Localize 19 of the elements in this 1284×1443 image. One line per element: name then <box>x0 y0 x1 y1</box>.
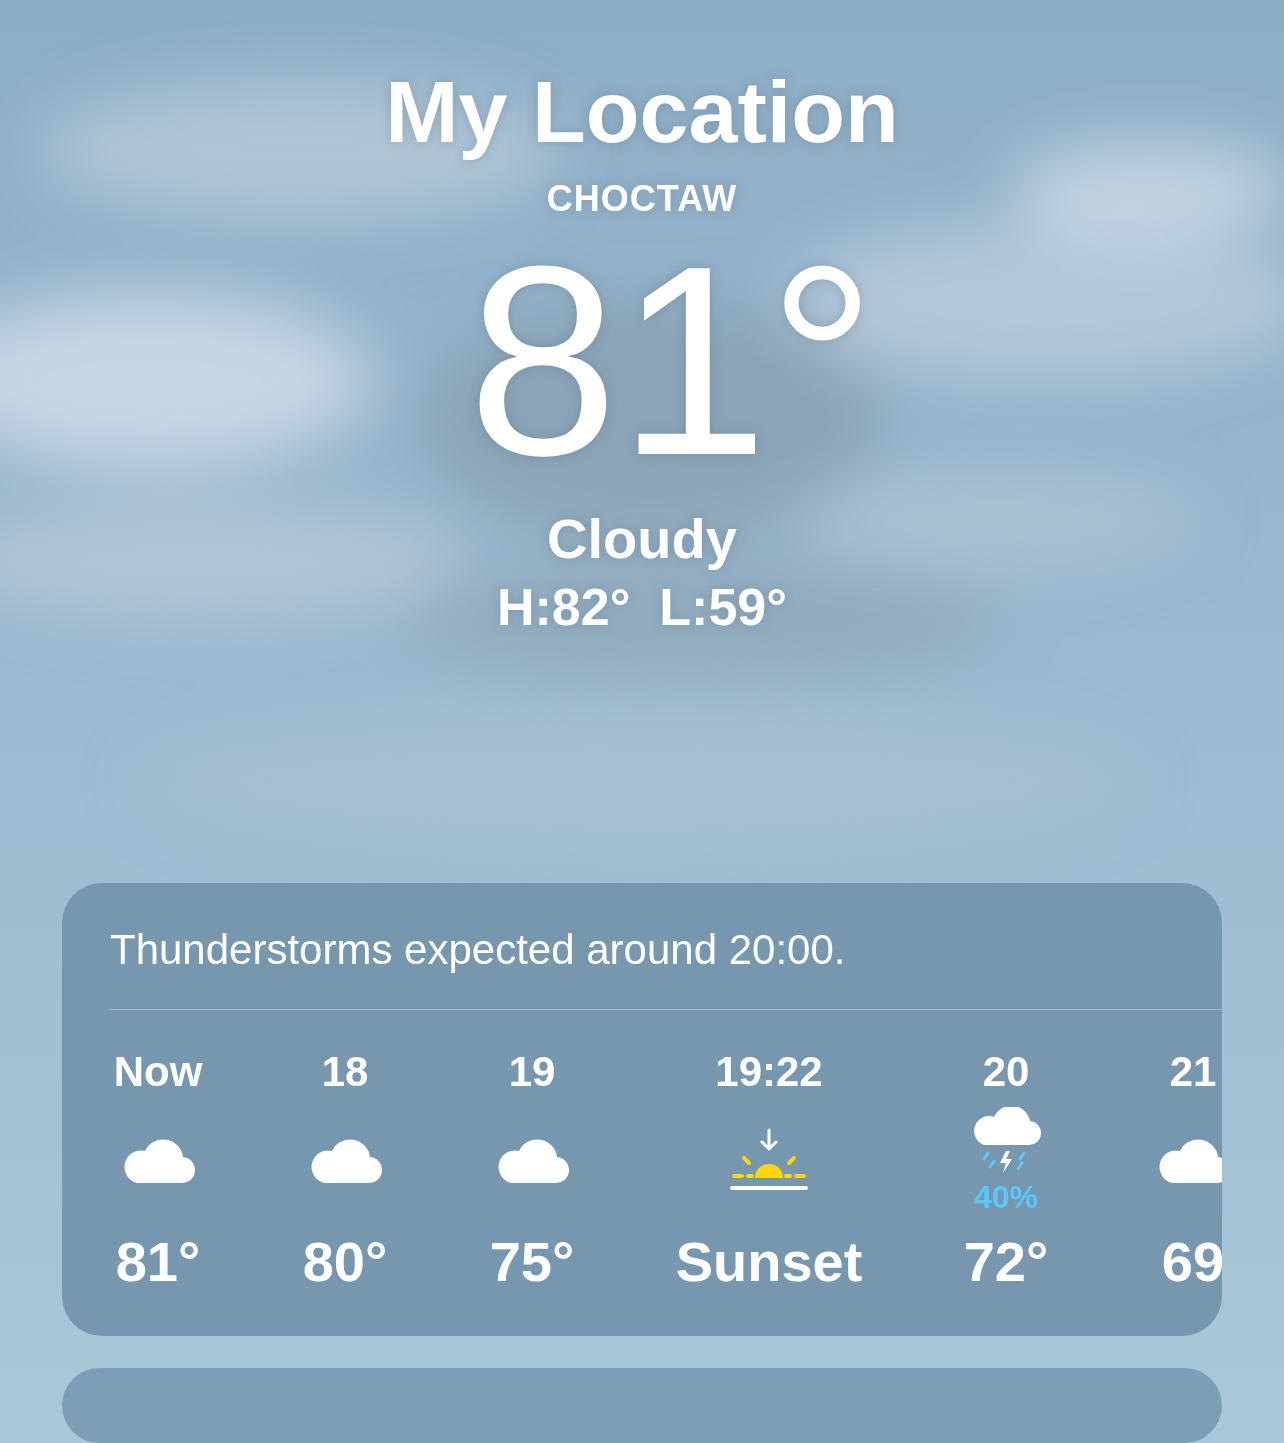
hour-label: 18 <box>321 1048 369 1096</box>
current-temperature: 81° <box>466 236 877 486</box>
hour-label: 20 <box>982 1048 1030 1096</box>
hour-label: 21 <box>1169 1048 1217 1096</box>
hour-temperature: 75° <box>489 1230 575 1294</box>
sunset-time: 19:22 <box>715 1048 823 1096</box>
sunset-label: Sunset <box>675 1230 863 1294</box>
condition-text: Cloudy <box>547 506 737 571</box>
hour-label: 19 <box>508 1048 556 1096</box>
hour-temperature: 72° <box>963 1230 1049 1294</box>
high-low-temperature: H:82° L:59° <box>496 577 788 637</box>
hour-temperature: 69 <box>1161 1230 1222 1294</box>
hour-temperature: 80° <box>302 1230 388 1294</box>
hour-label: Now <box>113 1048 203 1096</box>
precipitation-chance: 40% <box>973 1178 1038 1216</box>
place-name: CHOCTAW <box>546 178 738 220</box>
hour-temperature: 81° <box>115 1230 201 1294</box>
forecast-summary: Thunderstorms expected around 20:00. <box>110 925 847 975</box>
location-title: My Location <box>385 62 899 162</box>
